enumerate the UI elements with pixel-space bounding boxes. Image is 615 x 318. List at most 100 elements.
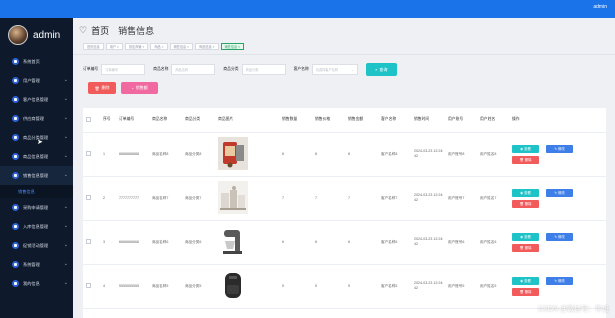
sidebar-item[interactable]: 客户信息管理 ⌄ — [0, 90, 73, 109]
tab-tag[interactable]: 首页信息 — [83, 43, 104, 50]
cell-operations: ◉ 查看 ✎ 修改 🗑 删除 — [509, 176, 606, 221]
row-checkbox[interactable] — [86, 239, 91, 244]
query-label: 查询 — [379, 66, 388, 72]
cell-index: 1 — [100, 132, 116, 177]
row-checkbox[interactable] — [86, 151, 91, 156]
top-user-label[interactable]: admin — [593, 4, 607, 10]
chevron-down-icon: ⌄ — [63, 261, 68, 267]
order-input[interactable]: 订单编号 — [101, 64, 146, 75]
table-row[interactable]: 2 7777777777 商品名称7 商品分类7 7 7 7 客户名称7 2024-03-23 … — [83, 176, 606, 221]
category-input[interactable]: 商品分类 — [241, 64, 286, 75]
delete-button[interactable]: 🗑 删除 — [512, 243, 539, 252]
delete-button[interactable]: 🗑 删除 — [512, 155, 539, 164]
sidebar-item[interactable]: 促销活动管理 ⌄ — [0, 236, 73, 255]
row-checkbox[interactable] — [86, 195, 91, 200]
cell-customer: 客户名称7 — [378, 176, 411, 221]
bulk-delete-button[interactable]: 🗑 删除 — [88, 82, 116, 94]
tab-tag[interactable]: 用户 × — [105, 43, 123, 50]
tab-tag[interactable]: 商品信息 × — [195, 43, 219, 50]
edit-button[interactable]: ✎ 修改 — [546, 232, 573, 241]
row-checkbox[interactable] — [86, 283, 91, 288]
sidebar-item[interactable]: 销售信息管理 ⌄ — [0, 166, 73, 185]
order-number: 5555555555 — [119, 283, 139, 288]
sidebar-item[interactable]: 用户管理 ⌄ — [0, 71, 73, 90]
tab-tag[interactable]: 商品 × — [150, 43, 168, 50]
sidebar-item-label: 商品分类管理 — [23, 134, 49, 140]
table-row[interactable]: 1 8888888888 商品名称8 商品分类8 8 8 8 客户名称8 2024-03-23 … — [83, 132, 606, 177]
view-button[interactable]: ◉ 查看 — [512, 144, 539, 153]
view-label: 查看 — [524, 235, 531, 239]
customer-select[interactable]: 请选择客户名称 ⌄ — [311, 64, 358, 75]
sidebar-item[interactable]: 我的信息 ⌄ — [0, 274, 73, 293]
edit-button[interactable]: ✎ 修改 — [546, 144, 573, 153]
tab-tag[interactable]: 销售信息 × — [169, 43, 193, 50]
search-bar: 订单编号 订单编号 商品名称 商品名称 商品分类 商品分类 客户名称 请选择客户… — [83, 63, 397, 76]
cell-name: 商品名称8 — [149, 132, 182, 177]
row-select-cell — [83, 176, 100, 221]
menu-icon — [12, 280, 19, 287]
menu-icon — [12, 172, 19, 179]
avatar[interactable] — [8, 25, 28, 45]
chevron-down-icon: ⌄ — [63, 280, 68, 286]
edit-button[interactable]: ✎ 修改 — [546, 276, 573, 285]
table-row[interactable]: 3 6666666666 商品名称6 商品分类6 6 6 6 客户名称6 2024-03-23 … — [83, 220, 606, 265]
cell-account: 用户账号5 — [445, 264, 477, 309]
sidebar-item[interactable]: 系统管理 ⌄ — [0, 255, 73, 274]
edit-label: 修改 — [558, 235, 565, 239]
menu-icon — [12, 261, 19, 268]
delete-label: 删除 — [524, 158, 532, 162]
customer-label: 客户名称 — [293, 67, 309, 71]
tab-tag[interactable]: 销售信息 × — [220, 43, 244, 50]
cell-customer: 客户名称5 — [378, 264, 411, 309]
edit-button[interactable]: ✎ 修改 — [546, 188, 573, 197]
menu-icon — [12, 58, 19, 65]
breadcrumb-home[interactable]: 首页 — [91, 24, 109, 37]
sidebar-item[interactable]: 系统首页 — [0, 52, 73, 71]
delete-label: 删除 — [524, 290, 532, 294]
eye-icon: ◉ — [520, 234, 524, 239]
cell-image — [215, 220, 279, 265]
sidebar-item[interactable]: 供应商管理 ⌄ — [0, 109, 73, 128]
cell-image — [215, 132, 279, 177]
view-button[interactable]: ◉ 查看 — [512, 232, 539, 241]
query-button[interactable]: ⌕ 查询 — [365, 63, 397, 76]
delete-label: 删除 — [524, 202, 532, 206]
edit-icon: ✎ — [554, 278, 558, 283]
table-row[interactable]: 4 5555555555 商品名称5 商品分类5 5 5 5 客户名称5 2024-03-23 … — [83, 264, 606, 309]
column-header: 商品分类 — [182, 108, 215, 133]
select-all-cell[interactable] — [83, 108, 100, 133]
sidebar-subitem-sales-info[interactable]: 销售信息 — [0, 185, 73, 198]
sidebar-item[interactable]: 商品信息管理 ⌄ — [0, 147, 73, 166]
category-label: 商品分类 — [223, 67, 239, 71]
mouse-cursor-icon: ➤ — [37, 139, 43, 146]
product-image[interactable] — [218, 225, 248, 259]
product-image[interactable] — [218, 181, 248, 215]
chevron-down-icon: ⌄ — [63, 223, 68, 229]
cell-time: 2024-03-23 12:24:42 — [411, 220, 445, 265]
name-placeholder: 商品名称 — [175, 68, 189, 72]
cell-index: 4 — [100, 264, 116, 309]
select-all-checkbox[interactable] — [86, 116, 91, 122]
tags-view: 首页信息 用户 × 供应商管 × 商品 × 销售信息 × 商品信息 × 销售信息 × — [83, 43, 244, 50]
view-button[interactable]: ◉ 查看 — [512, 276, 539, 285]
product-image[interactable] — [218, 137, 248, 171]
delete-button[interactable]: 🗑 删除 — [512, 199, 539, 208]
product-image[interactable] — [218, 269, 248, 303]
column-header: 商品名称 — [149, 108, 182, 133]
cell-customer: 客户名称6 — [378, 220, 411, 265]
delete-button[interactable]: 🗑 删除 — [512, 287, 539, 296]
chevron-down-icon: ⌄ — [63, 96, 68, 102]
trash-icon: 🗑 — [519, 245, 524, 250]
tab-tag[interactable]: 供应商管 × — [124, 43, 149, 50]
sidebar-item[interactable]: 采购申请管理 ⌄ — [0, 198, 73, 217]
column-header: 销售数量 — [279, 108, 312, 133]
view-button[interactable]: ◉ 查看 — [512, 188, 539, 197]
order-number: 8888888888 — [119, 151, 139, 156]
sales-stats-button[interactable]: ◔ 销售额 — [121, 82, 158, 94]
name-input[interactable]: 商品名称 — [171, 64, 216, 75]
menu-icon — [12, 96, 19, 103]
sidebar-subitem-label: 销售信息 — [18, 188, 35, 194]
cell-account: 用户账号8 — [445, 132, 477, 177]
sidebar-item[interactable]: 入库信息管理 ⌄ — [0, 217, 73, 236]
column-header: 商品图片 — [215, 108, 279, 133]
